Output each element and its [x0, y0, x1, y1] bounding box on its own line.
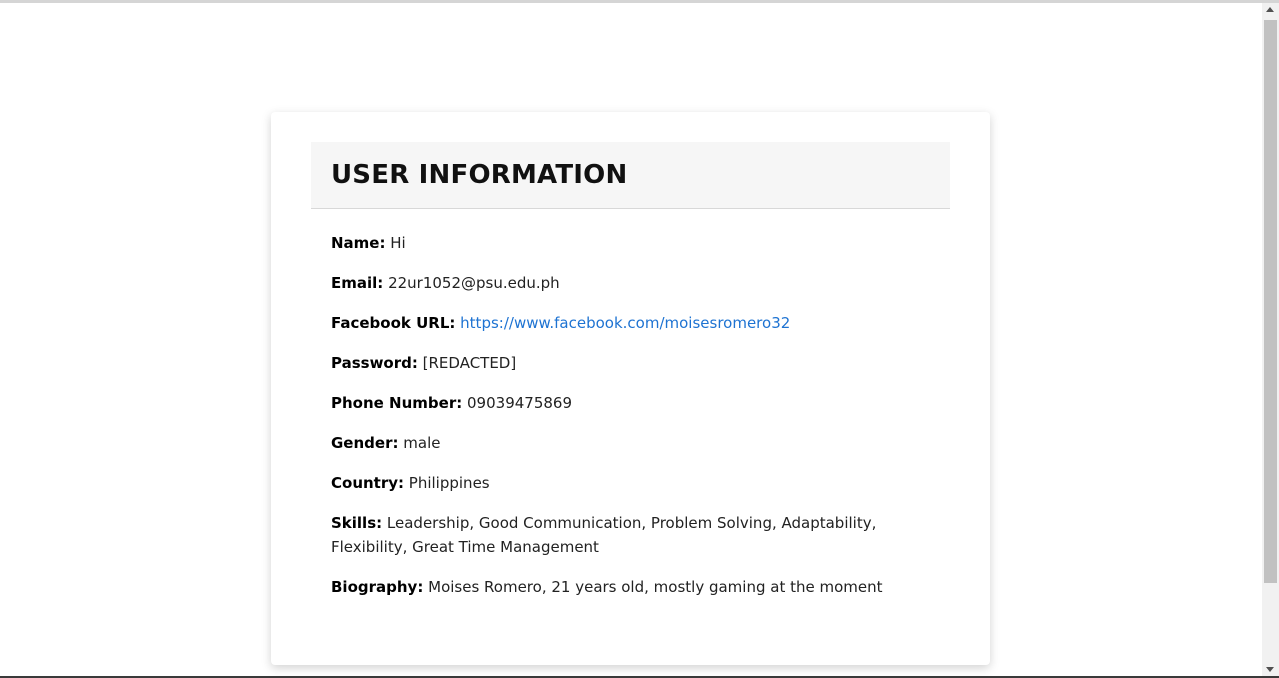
field-skills-value: Leadership, Good Communication, Problem …	[331, 514, 877, 556]
card-body: Name: Hi Email: 22ur1052@psu.edu.ph Face…	[331, 231, 931, 615]
field-biography-value: Moises Romero, 21 years old, mostly gami…	[428, 578, 883, 596]
browser-viewport: USER INFORMATION Name: Hi Email: 22ur105…	[0, 0, 1279, 678]
field-email-value: 22ur1052@psu.edu.ph	[388, 274, 560, 292]
field-country: Country: Philippines	[331, 471, 931, 495]
scroll-down-arrow-icon[interactable]	[1266, 667, 1274, 672]
field-country-value: Philippines	[408, 474, 490, 492]
field-biography-label: Biography:	[331, 578, 424, 596]
field-gender-value: male	[403, 434, 441, 452]
field-facebook-label: Facebook URL:	[331, 314, 456, 332]
field-email: Email: 22ur1052@psu.edu.ph	[331, 271, 931, 295]
field-phone-value: 09039475869	[467, 394, 572, 412]
card-header: USER INFORMATION	[311, 142, 950, 209]
page-title: USER INFORMATION	[331, 160, 628, 190]
field-name-label: Name:	[331, 234, 386, 252]
field-facebook: Facebook URL: https://www.facebook.com/m…	[331, 311, 931, 335]
field-gender-label: Gender:	[331, 434, 399, 452]
vertical-scrollbar[interactable]	[1262, 3, 1279, 676]
field-name: Name: Hi	[331, 231, 931, 255]
field-skills: Skills: Leadership, Good Communication, …	[331, 511, 931, 559]
scrollbar-thumb[interactable]	[1264, 20, 1277, 583]
field-password-label: Password:	[331, 354, 418, 372]
field-gender: Gender: male	[331, 431, 931, 455]
user-info-card: USER INFORMATION Name: Hi Email: 22ur105…	[271, 112, 990, 665]
page-content: USER INFORMATION Name: Hi Email: 22ur105…	[0, 3, 1262, 676]
facebook-link[interactable]: https://www.facebook.com/moisesromero32	[460, 314, 790, 332]
field-phone: Phone Number: 09039475869	[331, 391, 931, 415]
field-biography: Biography: Moises Romero, 21 years old, …	[331, 575, 931, 599]
field-password: Password: [REDACTED]	[331, 351, 931, 375]
field-password-value: [REDACTED]	[422, 354, 517, 372]
field-phone-label: Phone Number:	[331, 394, 463, 412]
scroll-up-arrow-icon[interactable]	[1266, 7, 1274, 12]
field-skills-label: Skills:	[331, 514, 383, 532]
field-email-label: Email:	[331, 274, 384, 292]
field-name-value: Hi	[390, 234, 406, 252]
field-country-label: Country:	[331, 474, 405, 492]
